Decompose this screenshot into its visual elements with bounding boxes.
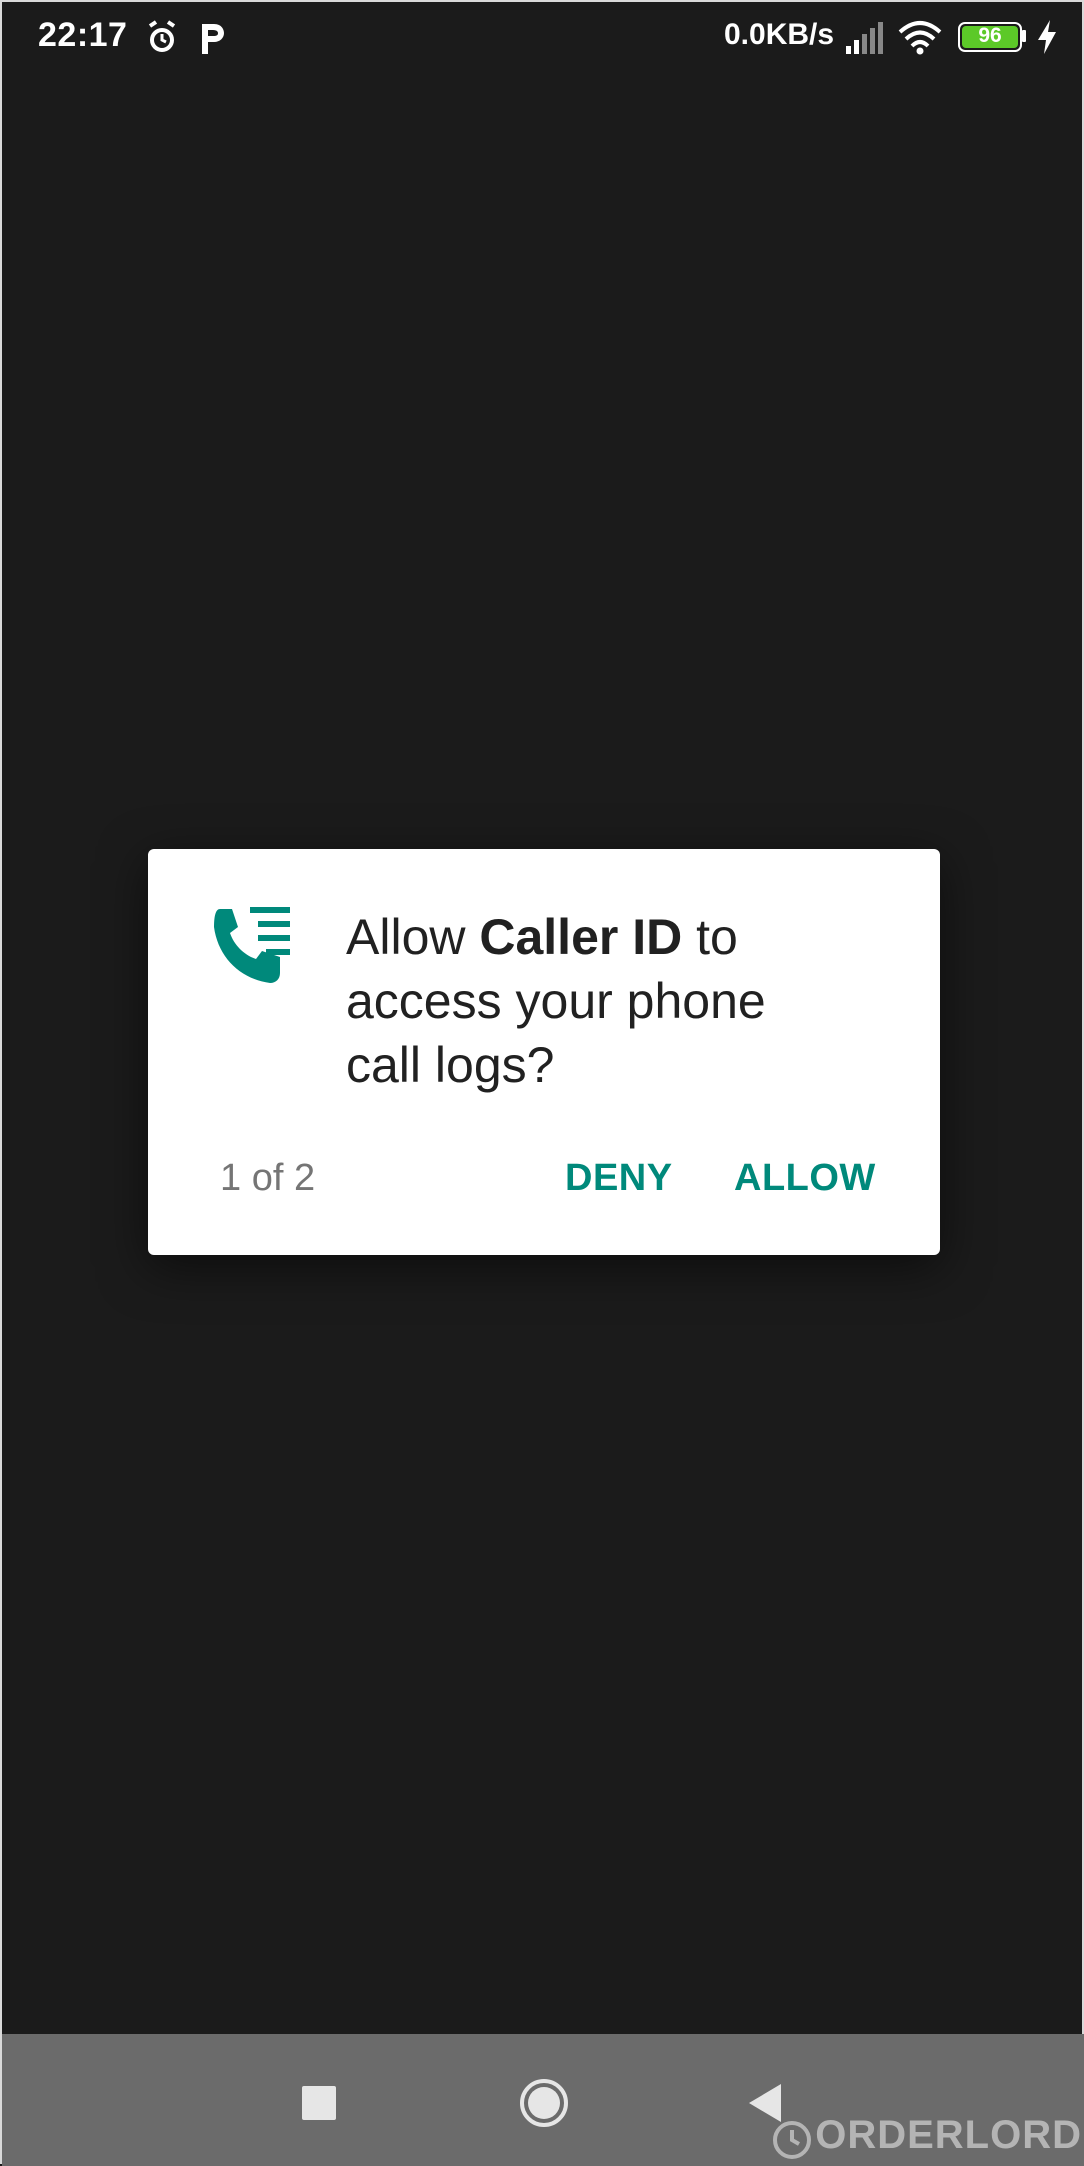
app-name: Caller ID	[479, 909, 683, 965]
battery-level: 96	[978, 24, 1002, 47]
home-button[interactable]	[509, 2068, 579, 2138]
navigation-bar: ORDERLORD	[2, 2034, 1084, 2166]
watermark-logo: ORDERLORD	[769, 2113, 1082, 2160]
status-time: 22:17	[38, 16, 128, 54]
permission-counter: 1 of 2	[220, 1157, 316, 1199]
screen: 22:17 0.0KB/s 96 Allow Caller ID to acce…	[0, 0, 1084, 2166]
permission-message: Allow Caller ID to access your phone cal…	[346, 905, 886, 1097]
watermark-text: ORDERLORD	[815, 2112, 1082, 2157]
wifi-icon	[898, 21, 942, 55]
watermark-clock-icon	[773, 2121, 812, 2159]
call-log-icon	[214, 907, 290, 983]
message-line-2: access your phone	[346, 973, 766, 1029]
allow-button[interactable]: ALLOW	[734, 1157, 876, 1200]
alarm-icon	[148, 20, 176, 52]
signal-icon	[846, 22, 883, 54]
deny-button[interactable]: DENY	[565, 1157, 673, 1200]
network-speed: 0.0KB/s	[724, 18, 835, 51]
battery-icon: 96	[958, 22, 1026, 52]
status-bar: 22:17 0.0KB/s 96	[2, 2, 1084, 72]
charging-icon	[1038, 20, 1056, 54]
message-line-3: call logs?	[346, 1037, 555, 1093]
message-prefix: Allow	[346, 909, 480, 965]
message-suffix: to	[682, 909, 738, 965]
permission-dialog: Allow Caller ID to access your phone cal…	[148, 849, 940, 1255]
circle-icon	[520, 2079, 568, 2127]
recents-button[interactable]	[284, 2068, 354, 2138]
parking-app-icon	[202, 24, 224, 54]
square-icon	[302, 2086, 336, 2120]
